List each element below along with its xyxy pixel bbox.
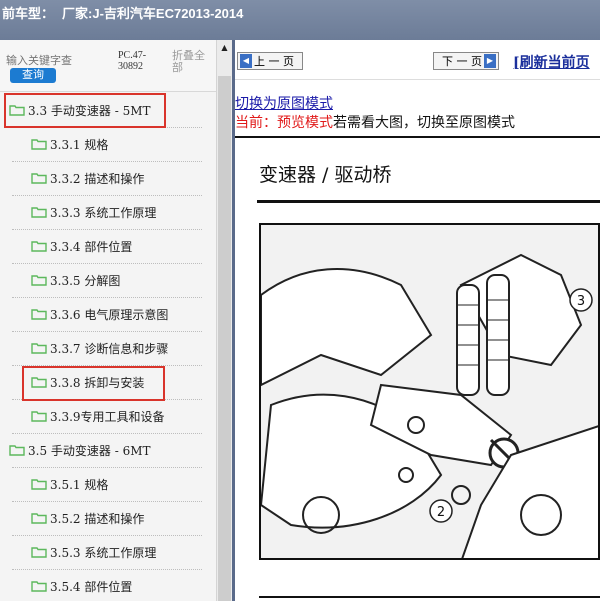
figure-callout: 2 <box>437 505 445 520</box>
search-button[interactable]: 查询 <box>10 68 56 83</box>
tree-item-label: 3.3.1 规格 <box>50 137 109 152</box>
tree-item-label: 3.3.7 诊断信息和步骤 <box>50 341 169 356</box>
folder-icon <box>31 547 47 558</box>
folder-icon <box>31 139 47 150</box>
tree-item-3-5-4[interactable]: 3.5.4 部件位置 <box>31 569 132 601</box>
folder-icon <box>31 309 47 320</box>
folder-icon <box>9 445 25 456</box>
folder-icon <box>31 275 47 286</box>
folder-icon <box>31 479 47 490</box>
folder-icon <box>31 513 47 524</box>
tree-item-3-3-6[interactable]: 3.3.6 电气原理示意图 <box>31 297 168 331</box>
tree-item-3-5-2[interactable]: 3.5.2 描述和操作 <box>31 501 144 535</box>
tree-item-3-5[interactable]: 3.5 手动变速器 - 6MT <box>9 433 151 467</box>
pc-code: PC.47-30892 <box>118 50 147 72</box>
tree-item-label: 3.5.2 描述和操作 <box>50 511 145 526</box>
document-title: 变速器 / 驱动桥 <box>259 164 392 186</box>
document-pane: ◀ 上 一 页 下 一 页 ▶ [刷新当前页 切换为原图模式 当前：预览模式若需… <box>235 40 600 601</box>
sidebar-toolbar: 查询 PC.47-30892 折叠全部 <box>0 40 216 92</box>
tree-item-3-3-4[interactable]: 3.3.4 部件位置 <box>31 229 132 263</box>
folder-icon <box>31 173 47 184</box>
title-rule <box>257 200 600 203</box>
tree-item-label: 3.5.4 部件位置 <box>50 579 133 594</box>
prev-page-label: 上 一 页 <box>254 55 294 68</box>
next-page-button[interactable]: 下 一 页 ▶ <box>433 52 499 70</box>
highlight-box <box>22 366 165 401</box>
scroll-up-arrow-icon[interactable]: ▲ <box>217 40 232 56</box>
tree-item-label: 3.5.1 规格 <box>50 477 109 492</box>
folder-icon <box>31 343 47 354</box>
tree-item-label: 3.3.6 电气原理示意图 <box>50 307 169 322</box>
mode-hint: 若需看大图，切换至原图模式 <box>333 115 515 131</box>
current-mode-prefix: 当前： <box>235 115 277 131</box>
document-rule <box>259 596 600 598</box>
transmission-illustration[interactable]: 3 2 <box>259 223 600 560</box>
tree-item-3-5-1[interactable]: 3.5.1 规格 <box>31 467 108 501</box>
tree-item-label: 3.3.2 描述和操作 <box>50 171 145 186</box>
tree-item-3-3-1[interactable]: 3.3.1 规格 <box>31 127 108 161</box>
section-tree: 3.3 手动变速器 - 5MT 3.3.1 规格 3.3.2 描述和操作 3.3… <box>0 93 216 601</box>
next-page-label: 下 一 页 <box>442 55 482 68</box>
folder-icon <box>31 241 47 252</box>
tree-item-3-3-2[interactable]: 3.3.2 描述和操作 <box>31 161 144 195</box>
manufacturer-label: 厂家:J-吉利汽车EC72013-2014 <box>62 6 244 21</box>
refresh-page-link[interactable]: [刷新当前页 <box>513 52 590 72</box>
tree-item-label: 3.3.9专用工具和设备 <box>50 409 165 424</box>
highlight-box <box>4 93 166 128</box>
transmission-drawing: 3 2 <box>261 225 598 558</box>
tree-item-3-3-5[interactable]: 3.3.5 分解图 <box>31 263 120 297</box>
switch-mode-link[interactable]: 切换为原图模式 <box>235 93 333 113</box>
folder-icon <box>31 581 47 592</box>
arrow-right-icon: ▶ <box>484 54 496 68</box>
tree-item-3-3-3[interactable]: 3.3.3 系统工作原理 <box>31 195 156 229</box>
tree-item-label: 3.3.5 分解图 <box>50 273 121 288</box>
current-mode-line: 当前：预览模式若需看大图，切换至原图模式 <box>235 112 515 132</box>
current-mode-value: 预览模式 <box>277 115 333 131</box>
tree-item-label: 3.3.4 部件位置 <box>50 239 133 254</box>
folder-icon <box>31 207 47 218</box>
arrow-left-icon: ◀ <box>240 54 252 68</box>
tree-item-3-5-3[interactable]: 3.5.3 系统工作原理 <box>31 535 156 569</box>
scroll-thumb[interactable] <box>218 76 231 601</box>
tree-item-label: 3.3.3 系统工作原理 <box>50 205 157 220</box>
prev-page-button[interactable]: ◀ 上 一 页 <box>237 52 303 70</box>
sidebar-scrollbar[interactable]: ▲ <box>216 40 232 601</box>
document-rule <box>235 136 600 138</box>
collapse-all-button[interactable]: 折叠全部 <box>172 50 212 74</box>
folder-icon <box>31 411 47 422</box>
tree-item-label: 3.5.3 系统工作原理 <box>50 545 157 560</box>
window-titlebar: 前车型： 厂家:J-吉利汽车EC72013-2014 <box>0 0 600 40</box>
figure-callout: 3 <box>577 294 585 309</box>
tree-item-label: 3.5 手动变速器 - 6MT <box>28 443 151 458</box>
search-input[interactable] <box>6 52 108 69</box>
navigation-pane: 查询 PC.47-30892 折叠全部 3.3 手动变速器 - 5MT 3.3.… <box>0 40 232 601</box>
page-nav-bar: ◀ 上 一 页 下 一 页 ▶ [刷新当前页 <box>235 40 600 80</box>
vehicle-model-label: 前车型： <box>2 6 55 21</box>
tree-item-3-3-9[interactable]: 3.3.9专用工具和设备 <box>31 399 165 433</box>
tree-item-3-3-7[interactable]: 3.3.7 诊断信息和步骤 <box>31 331 168 365</box>
